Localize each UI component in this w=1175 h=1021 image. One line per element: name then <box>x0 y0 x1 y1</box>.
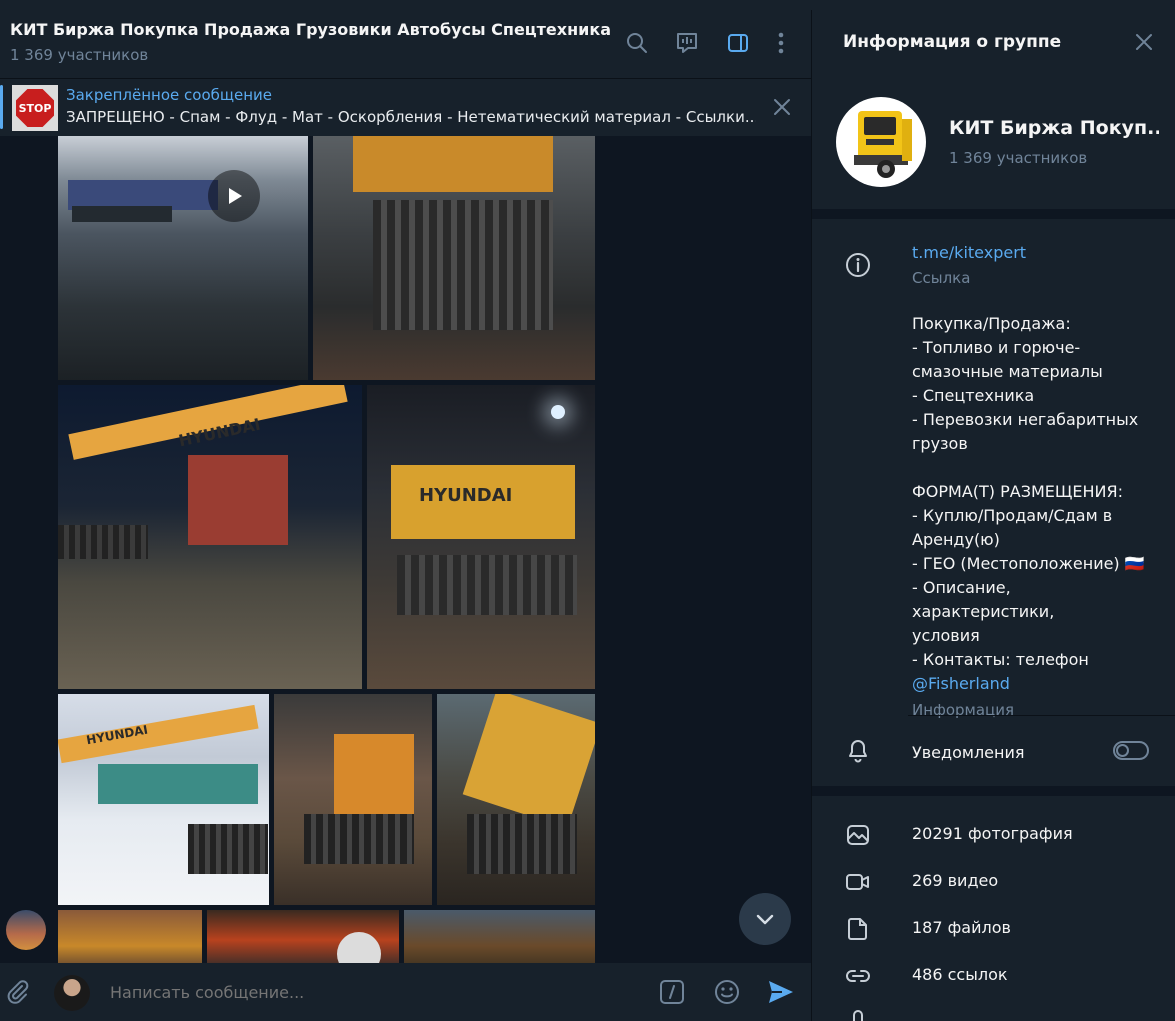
media-photo[interactable]: HYUNDAI <box>367 385 595 689</box>
description-line: условия <box>912 626 980 645</box>
send-as-avatar[interactable] <box>54 975 90 1011</box>
description-line: - Контакты: телефон <box>912 650 1089 669</box>
media-files-label: 187 файлов <box>912 918 1011 937</box>
media-photo[interactable] <box>58 910 202 963</box>
media-photo[interactable]: HYUNDAI <box>58 385 362 689</box>
window-top-strip <box>0 0 1175 10</box>
description-line: - Описание, характеристики, <box>912 578 1055 621</box>
chat-title[interactable]: КИТ Биржа Покупка Продажа Грузовики Авто… <box>10 20 610 39</box>
bot-command-icon[interactable] <box>658 978 686 1006</box>
pinned-text: ЗАПРЕЩЕНО - Спам - Флуд - Мат - Оскорбле… <box>66 108 756 126</box>
close-icon[interactable] <box>1132 30 1156 54</box>
mention-link[interactable]: @Fisherland <box>912 672 1152 696</box>
media-video-thumbnail[interactable] <box>58 136 308 380</box>
info-icon <box>845 252 871 278</box>
attach-icon[interactable] <box>6 980 30 1004</box>
search-icon[interactable] <box>624 30 650 56</box>
group-members-count: 1 369 участников <box>949 149 1088 167</box>
message-input[interactable] <box>110 980 630 1004</box>
description-line: грузов <box>912 434 968 453</box>
video-icon <box>845 869 871 895</box>
media-row-files[interactable]: 187 файлов <box>812 906 1175 953</box>
chevron-down-icon <box>756 914 774 925</box>
media-photo[interactable] <box>404 910 595 963</box>
description-line: - Куплю/Продам/Сдам в <box>912 506 1113 525</box>
media-photos-label: 20291 фотография <box>912 824 1073 843</box>
stop-sign-icon: STOP <box>16 89 54 127</box>
file-icon <box>845 916 871 942</box>
truck-icon <box>854 111 912 178</box>
pinned-indicator <box>0 85 3 129</box>
info-panel-title: Информация о группе <box>843 32 1062 52</box>
description-line: - Перевозки негабаритных <box>912 410 1139 429</box>
description-line: ФОРМА(Т) РАЗМЕЩЕНИЯ: <box>912 482 1123 501</box>
media-row-videos[interactable]: 269 видео <box>812 859 1175 906</box>
chat-panel: КИТ Биржа Покупка Продажа Грузовики Авто… <box>0 10 811 1021</box>
description-line <box>912 456 1152 480</box>
photo-icon <box>845 822 871 848</box>
play-icon[interactable] <box>208 170 260 222</box>
sidebar-toggle-icon[interactable] <box>725 30 751 56</box>
description-line: - Спецтехника <box>912 386 1035 405</box>
group-avatar[interactable] <box>836 97 926 187</box>
section-divider <box>812 786 1175 796</box>
link-label: Ссылка <box>912 269 971 287</box>
pinned-label: Закреплённое сообщение <box>66 86 273 104</box>
more-vertical-icon[interactable] <box>768 30 794 56</box>
live-stream-icon[interactable] <box>674 30 700 56</box>
sender-avatar[interactable] <box>6 910 46 950</box>
media-links-label: 486 ссылок <box>912 965 1008 984</box>
description-line: - Топливо и горюче- <box>912 338 1081 357</box>
group-info-panel: Информация о группе КИТ Биржа Покуп... 1… <box>811 10 1175 1021</box>
group-description: Покупка/Продажа: - Топливо и горюче- сма… <box>912 312 1152 722</box>
description-line: Покупка/Продажа: <box>912 314 1071 333</box>
photo-label: HYUNDAI <box>419 485 513 506</box>
section-divider <box>812 209 1175 219</box>
send-icon[interactable] <box>767 978 795 1006</box>
pinned-thumbnail: STOP <box>12 85 58 131</box>
toggle-knob <box>1116 744 1129 757</box>
media-photo[interactable] <box>437 694 595 905</box>
group-link[interactable]: t.me/kitexpert <box>912 243 1026 262</box>
media-photo[interactable]: HYUNDAI <box>58 694 269 905</box>
description-line: - ГЕО (Местоположение) 🇷🇺 <box>912 554 1145 573</box>
description-label: Информация <box>912 701 1015 719</box>
description-line: Аренду(ю) <box>912 530 1000 549</box>
close-icon[interactable] <box>770 95 794 119</box>
media-photo[interactable] <box>274 694 432 905</box>
link-icon <box>845 963 871 989</box>
chat-header[interactable]: КИТ Биржа Покупка Продажа Грузовики Авто… <box>0 10 811 78</box>
message-composer <box>0 963 811 1021</box>
notifications-toggle[interactable] <box>1113 741 1149 760</box>
chat-members-count: 1 369 участников <box>10 46 149 64</box>
media-videos-label: 269 видео <box>912 871 999 890</box>
separator <box>908 715 1175 716</box>
media-photo[interactable] <box>313 136 595 380</box>
scroll-down-button[interactable] <box>739 893 791 945</box>
emoji-icon[interactable] <box>713 978 741 1006</box>
media-photo[interactable] <box>207 910 399 963</box>
bell-icon <box>845 738 871 764</box>
notifications-label: Уведомления <box>912 743 1025 762</box>
description-line: смазочные материалы <box>912 362 1103 381</box>
media-row-photos[interactable]: 20291 фотография <box>812 812 1175 859</box>
microphone-icon <box>845 1008 871 1021</box>
group-name: КИТ Биржа Покуп... <box>949 117 1159 139</box>
message-list[interactable]: HYUNDAI HYUNDAI HYUNDAI <box>0 136 811 963</box>
media-row-links[interactable]: 486 ссылок <box>812 953 1175 1000</box>
pinned-message-bar[interactable]: STOP Закреплённое сообщение ЗАПРЕЩЕНО - … <box>0 78 811 136</box>
